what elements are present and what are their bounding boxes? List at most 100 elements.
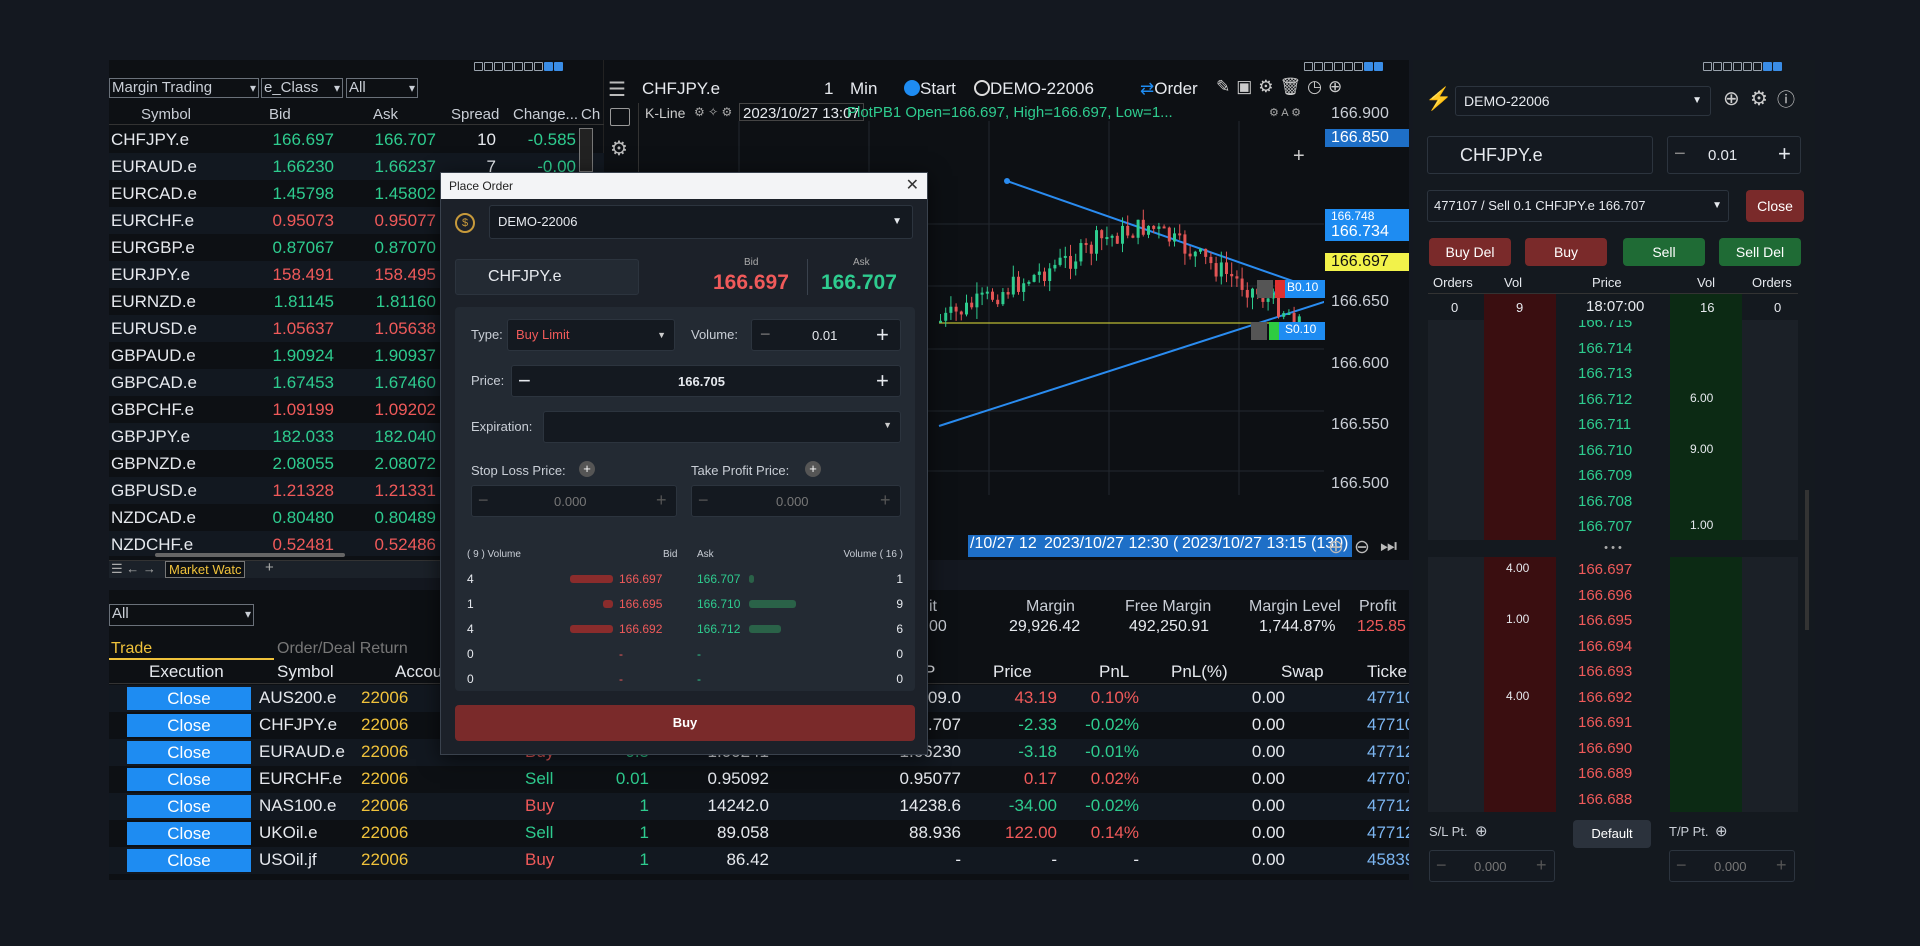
toolbar-icon[interactable] [1364, 62, 1373, 71]
dom-level[interactable]: 166.692 4.00 [1428, 684, 1798, 710]
menu-icon[interactable]: ☰ [608, 77, 626, 102]
add-icon[interactable]: ⊕ [1723, 86, 1740, 111]
toolbar-icon[interactable] [1743, 62, 1752, 71]
orderbook-row[interactable]: 0 - - 0 [467, 667, 903, 692]
orderbook-row[interactable]: 4 166.692 166.712 6 [467, 617, 903, 642]
col-bid[interactable]: Bid [269, 106, 291, 123]
draw-tools-icons[interactable]: ✎▣⚙🗑◷⊕ [1216, 77, 1348, 97]
dom-level[interactable]: 166.696 [1428, 582, 1798, 608]
trend-line[interactable] [1006, 180, 1324, 294]
dom-level[interactable]: 166.693 [1428, 659, 1798, 685]
col-ch[interactable]: Ch [581, 106, 600, 123]
toolbar-icon[interactable] [1304, 62, 1313, 71]
trade-row[interactable]: Close EURCHF.e 22006 Sell 0.01 0.95092 0.95077… [109, 766, 1409, 793]
toolbar-icon[interactable] [1334, 62, 1343, 71]
toolbar-icon[interactable] [1753, 62, 1762, 71]
plus-icon[interactable]: + [1778, 141, 1791, 167]
dom-level[interactable]: 166.690 [1428, 735, 1798, 761]
sell-order-marker[interactable] [1269, 322, 1279, 340]
gear-icon[interactable]: ⚙ [610, 136, 628, 161]
zoom-in-icon[interactable]: ⊕ [1328, 536, 1344, 559]
minus-icon[interactable]: − [478, 490, 489, 511]
toolbar-icon[interactable] [1344, 62, 1353, 71]
dom-level[interactable]: 166.688 [1428, 786, 1798, 812]
sell-button[interactable]: Sell [1623, 238, 1705, 266]
buy-order-tag[interactable]: B0.10 [1285, 280, 1325, 298]
toolbar-icon[interactable] [1354, 62, 1363, 71]
kline-tool-icons[interactable]: ⚙ ✧ ⚙ [694, 105, 732, 119]
col-pnl[interactable]: PnL [1099, 662, 1129, 682]
market-watch-row[interactable]: CHFJPY.e 166.697 166.707 10 -0.585 [109, 126, 604, 153]
dom-level[interactable]: 166.697 4.00 [1428, 557, 1798, 583]
trend-line[interactable] [938, 300, 1324, 427]
buy-order-marker[interactable] [1275, 280, 1285, 298]
h-scrollbar[interactable] [155, 553, 345, 557]
col-pnl-pct[interactable]: PnL(%) [1171, 662, 1228, 682]
buy-del-button[interactable]: Buy Del [1429, 238, 1511, 266]
zoom-out-icon[interactable]: ⊖ [1354, 536, 1370, 559]
close-trade-button[interactable]: Close [127, 714, 251, 737]
volume-stepper[interactable]: − 0.01 + [1667, 136, 1801, 174]
plus-icon[interactable]: + [876, 322, 889, 348]
sell-del-button[interactable]: Sell Del [1719, 238, 1801, 266]
dom-level[interactable]: 166.711 [1428, 412, 1798, 438]
col-price[interactable]: Price [993, 662, 1032, 682]
toolbar-icon[interactable] [1773, 62, 1782, 71]
col-account[interactable]: Accou [395, 662, 442, 682]
orderbook-row[interactable]: 1 166.695 166.710 9 [467, 592, 903, 617]
toolbar-icon[interactable] [514, 62, 523, 71]
close-trade-button[interactable]: Close [127, 741, 251, 764]
dom-level[interactable]: 166.714 [1428, 335, 1798, 361]
minus-icon[interactable]: − [1436, 855, 1447, 876]
add-tab-icon[interactable]: + [265, 559, 274, 576]
chart-symbol[interactable]: CHFJPY.e [642, 79, 720, 99]
expiration-select[interactable]: ▼ [543, 411, 901, 443]
tab-trade[interactable]: Trade [111, 640, 152, 658]
close-trade-button[interactable]: Close [127, 795, 251, 818]
class-select[interactable]: e_Class [261, 78, 343, 98]
plus-icon[interactable]: + [880, 490, 891, 511]
scroll-end-icon[interactable]: ⏭ [1380, 536, 1397, 558]
toolbar-icon[interactable] [1713, 62, 1722, 71]
col-execution[interactable]: Execution [149, 662, 224, 682]
close-position-button[interactable]: Close [1746, 190, 1804, 222]
plus-icon[interactable]: + [1536, 855, 1547, 876]
dom-level[interactable]: 166.691 [1428, 710, 1798, 736]
delete-order-icon[interactable] [1251, 322, 1267, 340]
indicator-icons[interactable]: ⚙ A ⚙ [1269, 106, 1301, 119]
dom-bid-list[interactable]: 166.697 4.00 166.696 166.695 1.00 166.694 166.… [1413, 557, 1813, 813]
chart-toolbar[interactable] [1304, 62, 1383, 71]
toolbar-icon[interactable] [534, 62, 543, 71]
symbol-field[interactable]: CHFJPY.e [1427, 136, 1653, 174]
sl-price-stepper[interactable]: − 0.000 + [471, 485, 677, 517]
add-sl-icon[interactable]: ⊕ [1475, 822, 1488, 840]
help-icon[interactable]: ⓘ [1777, 86, 1795, 112]
dialog-title-bar[interactable]: Place Order ✕ [441, 173, 927, 199]
tab-order-deal[interactable]: Order/Deal Return [277, 640, 408, 658]
order-type-select[interactable]: Buy Limit ▼ [507, 319, 675, 351]
col-change[interactable]: Change... [513, 106, 578, 123]
col-spread[interactable]: Spread [451, 106, 499, 123]
dom-level[interactable]: 166.708 [1428, 488, 1798, 514]
dialog-buy-button[interactable]: Buy [455, 705, 915, 741]
col-symbol[interactable]: Symbol [277, 662, 334, 682]
scrollbar[interactable] [579, 128, 593, 172]
dialog-account-select[interactable]: DEMO-22006 ▼ [489, 205, 913, 239]
close-trade-button[interactable]: Close [127, 768, 251, 791]
minus-icon[interactable]: − [1674, 143, 1686, 166]
interval-unit[interactable]: Min [850, 79, 877, 99]
trend-line-handle[interactable] [1004, 178, 1010, 184]
sl-stepper[interactable]: − 0.000 + [1429, 850, 1555, 882]
buy-button[interactable]: Buy [1525, 238, 1607, 266]
lightning-icon[interactable]: ⚡ [1425, 86, 1452, 112]
orderbook-row[interactable]: 4 166.697 166.707 1 [467, 567, 903, 592]
dom-level[interactable]: 166.712 6.00 [1428, 386, 1798, 412]
trade-row[interactable]: Close USOil.jf 22006 Buy 1 86.42 - - - 0.00 458394 [109, 847, 1409, 874]
trade-row[interactable]: Close NAS100.e 22006 Buy 1 14242.0 14238.6 -34.… [109, 793, 1409, 820]
start-button[interactable]: Start [904, 79, 956, 99]
gear-icon[interactable]: ⚙ [1750, 86, 1768, 111]
sell-order-tag[interactable]: S0.10 [1279, 322, 1325, 340]
dialog-volume-stepper[interactable]: − 0.01 + [751, 319, 901, 351]
plus-icon[interactable]: + [876, 368, 889, 394]
order-button[interactable]: ⇄Order [1140, 79, 1198, 99]
